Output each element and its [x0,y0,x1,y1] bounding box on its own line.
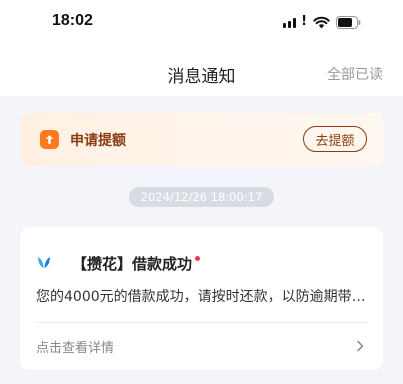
message-title: 【攒花】借款成功 [72,254,193,273]
status-time: 18:02 [52,12,93,29]
message-header: 【攒花】借款成功 [36,253,201,273]
mark-all-read-button[interactable]: 全部已读 [327,64,383,84]
banner-title: 申请提额 [70,133,126,149]
wifi-icon [313,16,330,29]
message-body: 您的4000元的借款成功，请按时还款，以防逾期带来的不良影响 [36,289,374,305]
battery-icon [336,15,361,29]
message-card[interactable]: 【攒花】借款成功 您的4000元的借款成功，请按时还款，以防逾期带来的不良影响 … [20,227,383,370]
increase-quota-button[interactable]: 去提额 [303,126,367,152]
apply-quota-banner[interactable]: 申请提额 去提额 [20,113,383,166]
signal-alert-mark: ! [301,14,307,29]
leaf-icon [36,254,72,273]
arrow-up-icon [40,130,59,149]
view-details-link[interactable]: 点击查看详情 [36,337,114,356]
message-timestamp: 2024/12/26 18:00:17 [128,187,275,207]
status-icons: ! [283,12,361,32]
message-timestamp-row: 2024/12/26 18:00:17 [0,186,403,207]
top-bar: 18:02 ! 消息通知 全部已读 [0,0,403,96]
divider [36,322,367,323]
signal-icon [283,16,297,28]
unread-dot [195,255,201,261]
